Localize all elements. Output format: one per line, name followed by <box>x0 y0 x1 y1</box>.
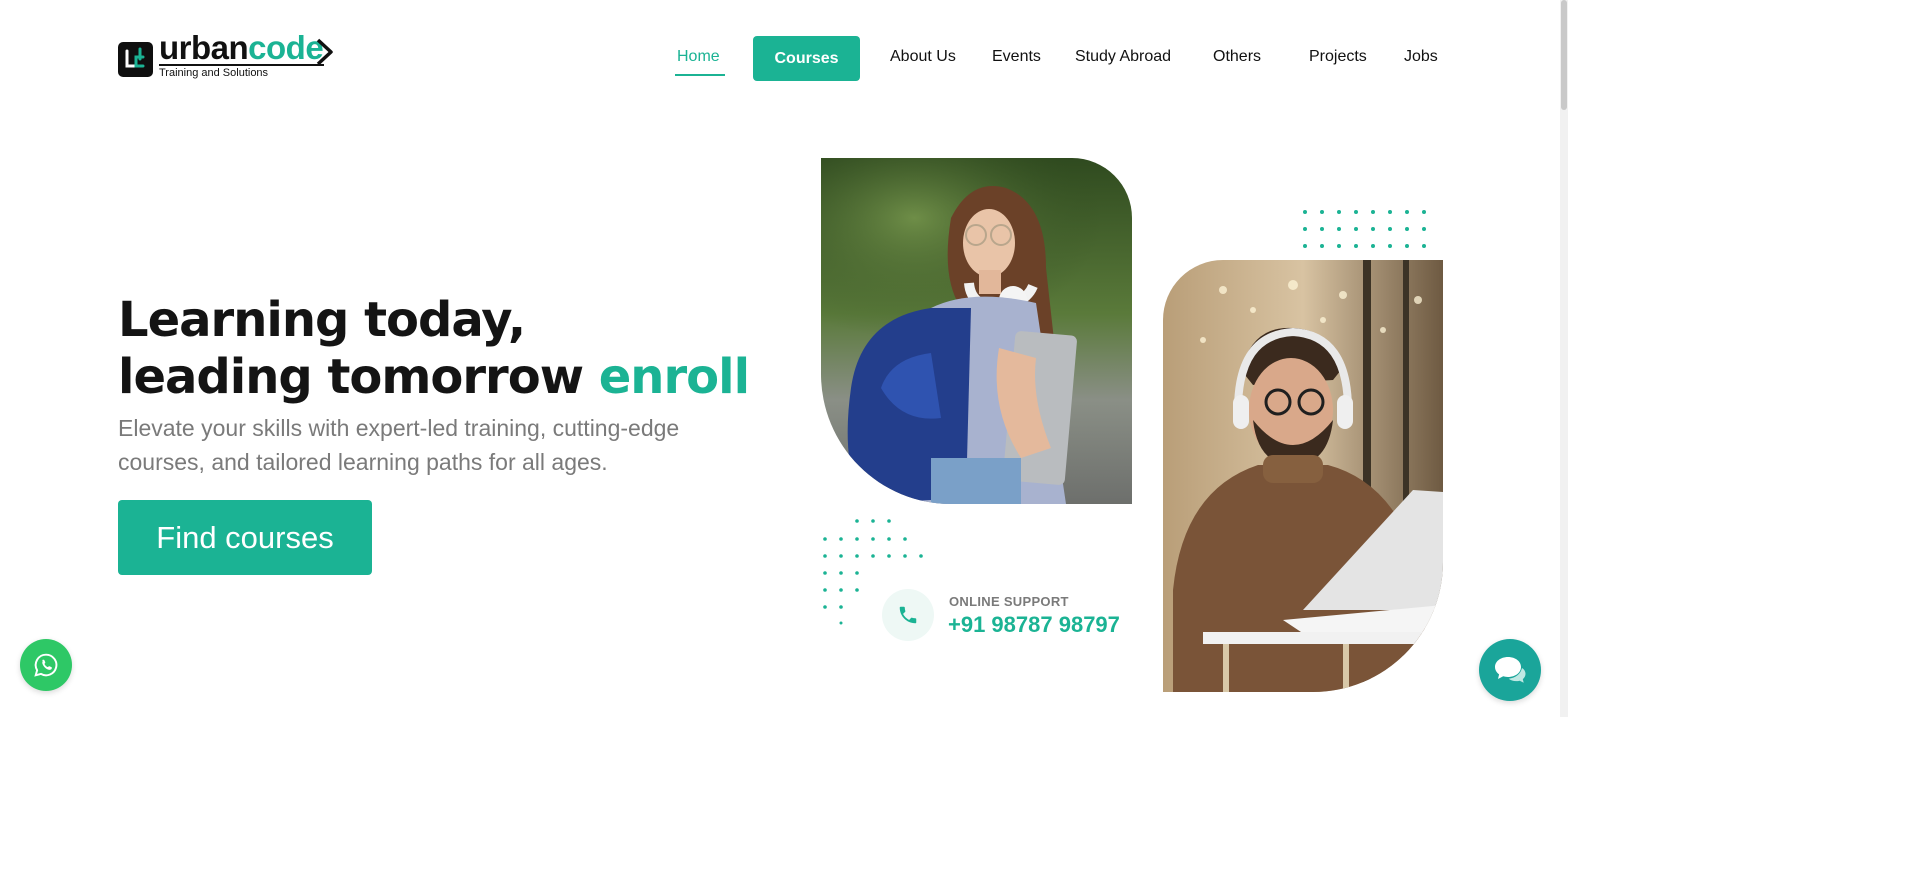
logo-word-code: code <box>248 29 324 66</box>
find-courses-button[interactable]: Find courses <box>118 500 372 575</box>
hero-image-man-with-laptop <box>1163 260 1443 692</box>
nav-others[interactable]: Others <box>1213 48 1261 66</box>
chat-widget-button[interactable] <box>1479 639 1541 701</box>
nav-home[interactable]: Home <box>677 48 720 66</box>
nav-home-active-indicator <box>675 74 725 76</box>
logo-chevron-icon <box>316 38 333 66</box>
hero-title-accent: enroll <box>598 349 750 405</box>
page-scrollbar[interactable] <box>1560 0 1568 717</box>
nav-courses-button[interactable]: Courses <box>753 36 860 81</box>
hero-title: Learning today, leading tomorrow enroll <box>118 292 750 406</box>
logo-divider <box>159 64 324 66</box>
whatsapp-button[interactable] <box>20 639 72 691</box>
chat-bubbles-icon <box>1495 657 1526 683</box>
support-label: ONLINE SUPPORT <box>949 594 1069 609</box>
nav-about-us[interactable]: About Us <box>890 48 956 66</box>
scrollbar-thumb[interactable] <box>1561 0 1567 110</box>
hero-title-line2: leading tomorrow <box>118 349 584 405</box>
logo-word-urban: urban <box>159 29 249 66</box>
phone-icon <box>899 606 917 624</box>
hero-image-student-with-backpack <box>821 158 1132 504</box>
logo-wordmark: urbancode <box>159 29 324 66</box>
brand-logo[interactable]: urbancode Training and Solutions <box>118 29 338 82</box>
nav-events[interactable]: Events <box>992 48 1041 66</box>
logo-mark-icon <box>118 42 153 77</box>
nav-study-abroad[interactable]: Study Abroad <box>1075 48 1171 66</box>
logo-tagline: Training and Solutions <box>159 67 269 79</box>
support-phone-badge[interactable] <box>882 589 934 641</box>
nav-jobs[interactable]: Jobs <box>1404 48 1438 66</box>
hero-title-line1: Learning today, <box>118 292 526 348</box>
support-phone-number[interactable]: +91 98787 98797 <box>948 612 1120 638</box>
hero-subtitle: Elevate your skills with expert-led trai… <box>118 415 680 475</box>
whatsapp-icon <box>34 653 58 677</box>
dot-pattern-top-right <box>1303 210 1426 248</box>
nav-projects[interactable]: Projects <box>1309 48 1367 66</box>
